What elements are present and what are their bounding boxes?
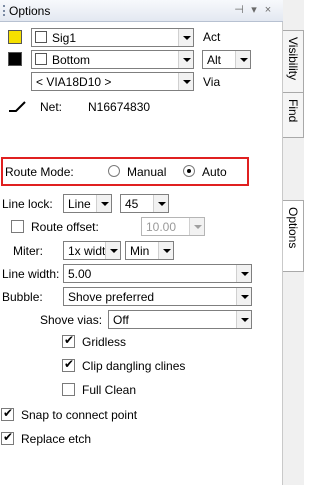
tab-options[interactable]: Options [283, 200, 304, 272]
replace-etch-label: Replace etch [21, 432, 92, 446]
alt-select[interactable]: Alt [202, 50, 251, 69]
via-value: < VIA18D10 > [36, 75, 112, 89]
miter-mode-select[interactable]: Min [125, 241, 174, 260]
tab-visibility-label: Visibility [286, 37, 300, 81]
replace-etch-checkbox[interactable] [1, 430, 14, 445]
route-mode-label: Route Mode: [5, 165, 74, 179]
gridless-label: Gridless [82, 335, 127, 349]
side-tab-strip: Visibility Find Options [283, 0, 304, 485]
net-label: Net: [40, 100, 63, 114]
snap-to-connect-point-label: Snap to connect point [21, 408, 138, 422]
tab-options-label: Options [286, 207, 300, 249]
chevron-down-icon[interactable] [189, 218, 204, 235]
chevron-down-icon[interactable] [236, 265, 251, 282]
full-clean-label: Full Clean [82, 383, 137, 397]
chevron-down-icon[interactable] [236, 288, 251, 305]
line-width-value: 5.00 [68, 267, 92, 281]
chevron-down-icon[interactable] [105, 242, 120, 259]
line-lock-type-select[interactable]: Line [63, 194, 112, 213]
alt-color-swatch [35, 53, 47, 65]
chevron-down-icon[interactable] [235, 51, 250, 68]
via-label: Via [203, 75, 221, 89]
chevron-down-icon[interactable] [178, 29, 193, 46]
route-offset-value: 10.00 [146, 220, 177, 234]
full-clean-checkbox[interactable] [62, 383, 75, 396]
miter-size-select[interactable]: 1x widtł [63, 241, 121, 260]
alt-layer-color-button[interactable] [8, 52, 22, 66]
drag-grip[interactable] [3, 5, 5, 16]
active-subclass-value: Sig1 [52, 31, 77, 45]
chevron-down-icon[interactable] [178, 51, 193, 68]
active-color-swatch [35, 31, 47, 43]
net-value: N16674830 [88, 100, 151, 114]
auto-radio-label[interactable]: Auto [202, 165, 227, 179]
panel-title: Options [9, 4, 51, 18]
alt-subclass-select[interactable]: Bottom [31, 50, 194, 69]
chevron-down-icon[interactable] [158, 242, 173, 259]
alt-subclass-value: Bottom [52, 53, 91, 67]
route-offset-label: Route offset: [31, 220, 99, 234]
shove-vias-select[interactable]: Off [108, 310, 252, 329]
chevron-down-icon[interactable] [178, 73, 193, 90]
net-line-icon [9, 101, 26, 112]
active-layer-color-button[interactable] [8, 30, 22, 44]
auto-radio[interactable] [183, 165, 195, 177]
via-select[interactable]: < VIA18D10 > [31, 72, 194, 91]
line-lock-label: Line lock: [2, 197, 53, 211]
line-lock-angle-value: 45 [125, 197, 139, 211]
alt-select-value: Alt [207, 53, 222, 67]
manual-radio-label[interactable]: Manual [127, 165, 166, 179]
active-subclass-select[interactable]: Sig1 [31, 28, 194, 47]
shove-vias-label: Shove vias: [40, 313, 103, 327]
bubble-label: Bubble: [2, 290, 43, 304]
tab-visibility[interactable]: Visibility [283, 30, 304, 100]
chevron-down-icon[interactable] [153, 195, 168, 212]
line-lock-type-value: Line [68, 197, 91, 211]
pin-icon[interactable]: ⊣ [233, 3, 245, 18]
line-width-select[interactable]: 5.00 [63, 264, 252, 283]
tab-find-label: Find [286, 99, 300, 123]
line-width-label: Line width: [2, 267, 60, 281]
miter-mode-value: Min [130, 244, 150, 258]
clip-dangling-clines-label: Clip dangling clines [82, 359, 186, 373]
miter-label: Miter: [13, 244, 43, 258]
options-panel: Options ⊣ ▾ × Sig1 Act Bottom Alt < VIA1… [0, 0, 283, 485]
panel-menu-icon[interactable]: ▾ [249, 3, 259, 18]
route-offset-checkbox[interactable] [11, 220, 24, 233]
miter-size-value: 1x widtł [68, 244, 109, 258]
gridless-checkbox[interactable] [62, 333, 75, 348]
bubble-value: Shove preferred [68, 290, 155, 304]
line-lock-angle-select[interactable]: 45 [120, 194, 169, 213]
tab-find[interactable]: Find [283, 92, 304, 138]
manual-radio[interactable] [108, 165, 120, 177]
chevron-down-icon[interactable] [96, 195, 111, 212]
snap-to-connect-point-checkbox[interactable] [1, 406, 14, 421]
active-label: Act [203, 30, 221, 44]
title-bar[interactable]: Options ⊣ ▾ × [0, 0, 283, 22]
clip-dangling-clines-checkbox[interactable] [62, 357, 75, 372]
shove-vias-value: Off [113, 313, 129, 327]
close-icon[interactable]: × [262, 3, 274, 18]
chevron-down-icon[interactable] [236, 311, 251, 328]
bubble-select[interactable]: Shove preferred [63, 287, 252, 306]
route-offset-select[interactable]: 10.00 [141, 217, 205, 236]
